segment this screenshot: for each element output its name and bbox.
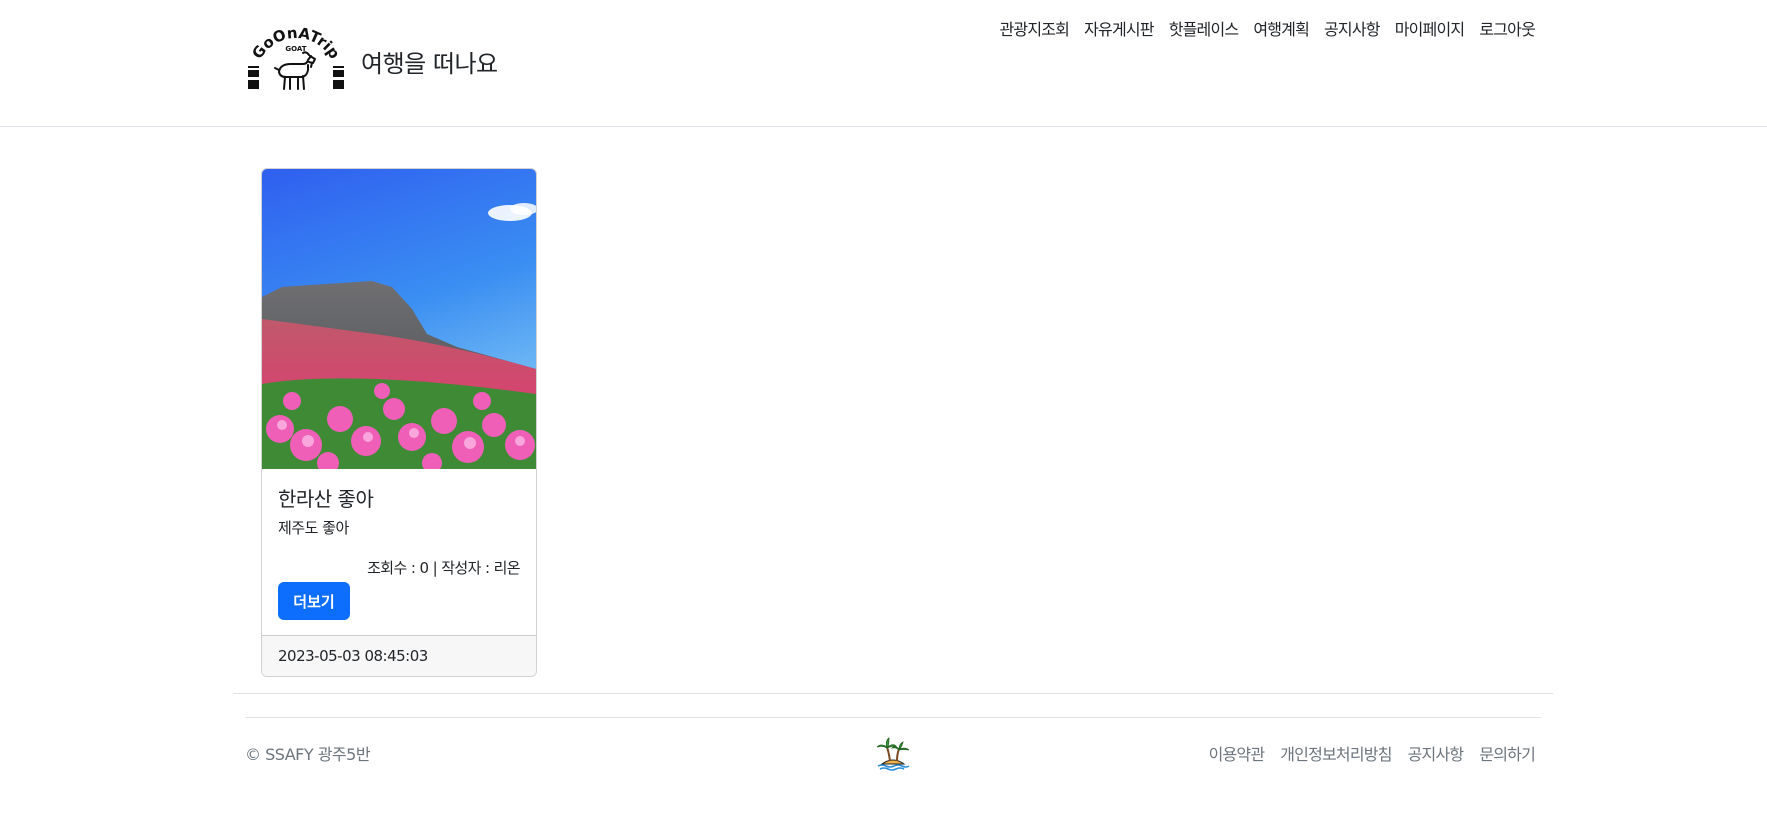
site-header: GoOnATrip GOAT 여행을 떠나요 관광지조회 자유게시판 핫플레이스… xyxy=(0,0,1767,127)
more-button[interactable]: 더보기 xyxy=(278,582,350,620)
divider xyxy=(233,693,1553,694)
brand-link[interactable]: GoOnATrip GOAT 여행을 떠나요 xyxy=(246,26,498,96)
nav-logout[interactable]: 로그아웃 xyxy=(1479,20,1535,39)
footer-link-notice[interactable]: 공지사항 xyxy=(1408,745,1464,764)
card-meta: 조회수 : 0 | 작성자 : 리온 xyxy=(367,559,521,577)
nav-mypage[interactable]: 마이페이지 xyxy=(1395,20,1465,39)
card-title: 한라산 좋아 xyxy=(278,487,374,511)
nav-attractions[interactable]: 관광지조회 xyxy=(1000,20,1070,39)
main-nav: 관광지조회 자유게시판 핫플레이스 여행계획 공지사항 마이페이지 로그아웃 xyxy=(1000,16,1536,40)
palm-island-icon xyxy=(876,737,910,771)
site-title: 여행을 떠나요 xyxy=(361,49,498,78)
footer-link-terms[interactable]: 이용약관 xyxy=(1209,745,1265,764)
card-text: 제주도 좋아 xyxy=(278,519,349,537)
footer-nav: 이용약관 개인정보처리방침 공지사항 문의하기 xyxy=(1209,741,1536,765)
footer-divider xyxy=(245,717,1541,718)
nav-trip-plan[interactable]: 여행계획 xyxy=(1253,20,1309,39)
mountain-flowers-photo xyxy=(262,169,536,469)
nav-notice[interactable]: 공지사항 xyxy=(1324,20,1380,39)
footer-link-privacy[interactable]: 개인정보처리방침 xyxy=(1280,745,1392,764)
nav-free-board[interactable]: 자유게시판 xyxy=(1084,20,1154,39)
card-body: 한라산 좋아 제주도 좋아 조회수 : 0 | 작성자 : 리온 더보기 xyxy=(262,469,536,636)
card-date: 2023-05-03 08:45:03 xyxy=(262,635,536,676)
footer-link-contact[interactable]: 문의하기 xyxy=(1479,745,1535,764)
post-card: 한라산 좋아 제주도 좋아 조회수 : 0 | 작성자 : 리온 더보기 202… xyxy=(261,168,537,677)
copyright-text: © SSAFY 광주5반 xyxy=(245,745,371,764)
goat-logo-icon: GoOnATrip GOAT xyxy=(248,26,344,90)
nav-hotplace[interactable]: 핫플레이스 xyxy=(1169,20,1239,39)
